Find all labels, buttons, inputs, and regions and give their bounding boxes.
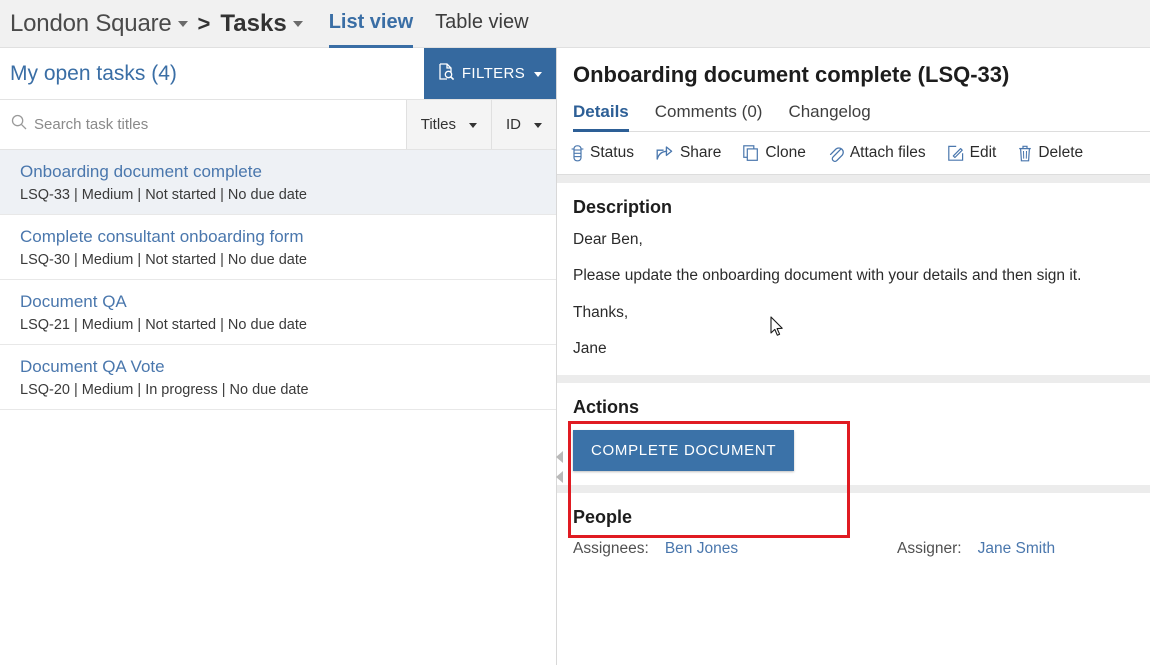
edit-button[interactable]: Edit: [947, 144, 997, 162]
tab-list-view[interactable]: List view: [328, 0, 414, 48]
chevron-down-icon: [469, 123, 477, 128]
panel-collapse-handle[interactable]: [556, 451, 568, 483]
task-list-panel: My open tasks (4) FILTERS Search task ti…: [0, 48, 557, 665]
assignees-value[interactable]: Ben Jones: [665, 540, 738, 558]
attach-files-button[interactable]: Attach files: [828, 144, 926, 162]
chevron-left-icon: [556, 471, 563, 483]
actions-heading: Actions: [573, 396, 640, 417]
assigner-value[interactable]: Jane Smith: [978, 540, 1056, 558]
sort-select-id-label: ID: [506, 116, 521, 133]
people-section: People Assignees: Ben Jones Assigner: Ja…: [557, 492, 1150, 574]
people-row: Assignees: Ben Jones Assigner: Jane Smit…: [573, 540, 1132, 558]
delete-button[interactable]: Delete: [1018, 144, 1083, 162]
people-heading: People: [573, 506, 633, 527]
description-heading: Description: [573, 197, 673, 217]
description-line: Thanks,: [573, 303, 629, 321]
tab-changelog[interactable]: Changelog: [788, 102, 870, 131]
chevron-left-icon: [556, 451, 563, 463]
search-icon: [11, 114, 27, 135]
task-list-item[interactable]: Complete consultant onboarding form LSQ-3…: [0, 215, 556, 280]
tab-table-view[interactable]: Table view: [435, 0, 528, 48]
task-detail-title: Onboarding document complete (LSQ-33): [573, 62, 1010, 87]
search-row: Titles ID: [0, 100, 556, 150]
share-button[interactable]: Share: [656, 144, 721, 162]
assigner-field: Assigner: Jane Smith: [897, 540, 1055, 558]
paperclip-icon: [828, 145, 844, 162]
assigner-label: Assigner:: [897, 539, 962, 557]
tab-details[interactable]: Details: [573, 102, 629, 132]
traffic-light-icon: [571, 144, 584, 162]
assignees-label: Assignees:: [573, 539, 649, 557]
delete-button-label: Delete: [1038, 144, 1084, 161]
task-item-title[interactable]: Onboarding document complete: [20, 162, 556, 182]
chevron-down-icon: [534, 123, 542, 128]
section-gap: [557, 374, 1150, 383]
page-title[interactable]: My open tasks (4): [0, 48, 177, 99]
top-navigation-bar: London Square > Tasks List view Table vi…: [0, 0, 1150, 48]
actions-section: Actions COMPLETE DOCUMENT: [557, 382, 1150, 485]
share-arrow-icon: [656, 145, 674, 161]
search-input[interactable]: [34, 116, 390, 133]
share-button-label: Share: [679, 144, 722, 161]
breadcrumb-section[interactable]: Tasks: [220, 10, 286, 38]
task-item-title[interactable]: Document QA: [20, 292, 556, 312]
task-item-meta: LSQ-33 | Medium | Not started | No due d…: [20, 187, 307, 203]
task-item-title[interactable]: Document QA Vote: [20, 357, 556, 377]
app-root: London Square > Tasks List view Table vi…: [0, 0, 1150, 665]
breadcrumb-project[interactable]: London Square: [10, 10, 172, 38]
breadcrumb-separator: >: [197, 10, 211, 36]
sort-select-titles-label: Titles: [420, 116, 456, 133]
description-line: Dear Ben,: [573, 231, 643, 248]
chevron-down-icon[interactable]: [177, 20, 188, 27]
tab-comments[interactable]: Comments (0): [655, 102, 763, 131]
chevron-down-icon[interactable]: [292, 20, 303, 27]
task-item-meta: LSQ-30 | Medium | Not started | No due d…: [20, 252, 307, 268]
task-list-item[interactable]: Document QA Vote LSQ-20 | Medium | In pro…: [0, 345, 556, 410]
section-gap: [557, 484, 1150, 493]
complete-document-button[interactable]: COMPLETE DOCUMENT: [573, 429, 795, 471]
description-section: Description Dear Ben, Please update the …: [557, 183, 1150, 375]
view-mode-tabs: List view Table view: [328, 0, 551, 48]
status-button[interactable]: Status: [571, 144, 634, 162]
search-field-wrapper[interactable]: [0, 100, 406, 149]
task-list: Onboarding document complete LSQ-33 | Med…: [0, 150, 556, 665]
task-list-item[interactable]: Onboarding document complete LSQ-33 | Med…: [0, 150, 556, 215]
breadcrumb: London Square > Tasks: [10, 10, 303, 38]
detail-header-panel: Onboarding document complete (LSQ-33) De…: [557, 48, 1150, 175]
task-item-meta: LSQ-21 | Medium | Not started | No due d…: [20, 317, 307, 333]
chevron-down-icon: [534, 72, 543, 77]
task-item-meta: LSQ-20 | Medium | In progress | No due d…: [20, 382, 309, 398]
task-detail-panel: Onboarding document complete (LSQ-33) De…: [557, 48, 1150, 665]
trash-icon: [1018, 145, 1032, 162]
task-action-toolbar: Status Share Clone Attach files Edit Del…: [557, 132, 1150, 175]
task-list-item[interactable]: Document QA LSQ-21 | Medium | Not started…: [0, 280, 556, 345]
assignees-field: Assignees: Ben Jones: [573, 540, 897, 558]
main-body: My open tasks (4) FILTERS Search task ti…: [0, 48, 1150, 665]
description-line: Jane: [573, 340, 607, 358]
section-gap: [557, 175, 1150, 183]
filters-button-label: FILTERS: [461, 65, 526, 82]
detail-tabs: Details Comments (0) Changelog: [573, 102, 1150, 132]
sort-select-id[interactable]: ID: [491, 100, 556, 149]
status-button-label: Status: [590, 144, 634, 161]
pencil-square-icon: [947, 145, 964, 161]
copy-icon: [743, 145, 759, 161]
task-list-header: My open tasks (4) FILTERS: [0, 48, 556, 100]
task-item-title[interactable]: Complete consultant onboarding form: [20, 227, 556, 247]
attach-files-button-label: Attach files: [849, 144, 926, 161]
description-line: Please update the onboarding document wi…: [573, 267, 1082, 285]
edit-button-label: Edit: [969, 144, 997, 161]
filters-button[interactable]: FILTERS: [424, 48, 556, 99]
detail-filler: [557, 573, 1150, 665]
clone-button[interactable]: Clone: [743, 144, 806, 162]
clone-button-label: Clone: [765, 144, 806, 161]
detail-header: Onboarding document complete (LSQ-33) De…: [557, 48, 1150, 132]
filter-document-search-icon: [438, 62, 455, 85]
sort-select-titles[interactable]: Titles: [405, 100, 491, 149]
